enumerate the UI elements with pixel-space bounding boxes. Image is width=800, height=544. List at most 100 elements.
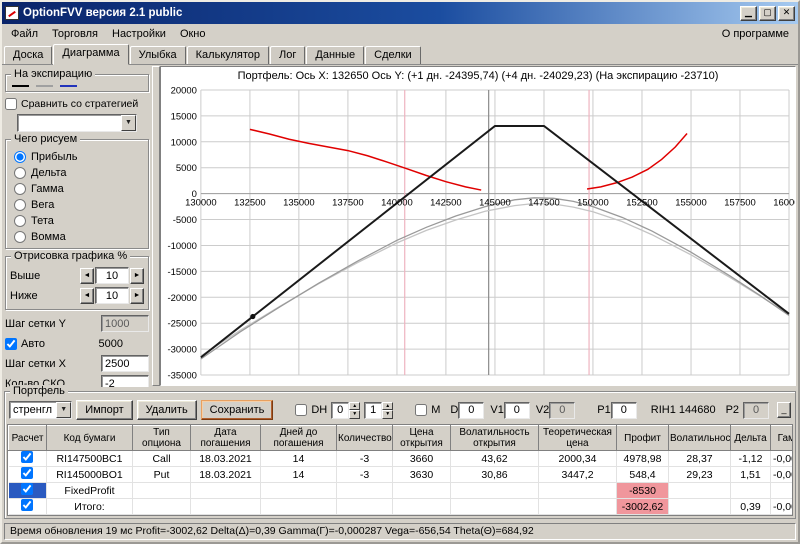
svg-text:-30000: -30000 (167, 345, 196, 356)
status-bar: Время обновления 19 мс Profit=-3002,62 D… (2, 521, 798, 542)
column-header[interactable]: Код бумаги (46, 425, 133, 451)
tab-calculator[interactable]: Калькулятор (186, 46, 270, 64)
cell (392, 498, 451, 515)
table-row[interactable]: Итого: -3002,62 0,39-0,00028 (8, 498, 792, 515)
column-header[interactable]: Тип опциона (132, 425, 191, 451)
menu-file[interactable]: Файл (4, 26, 45, 42)
column-header[interactable]: Теоретическая цена (538, 425, 617, 451)
tab-data[interactable]: Данные (306, 46, 365, 64)
column-header[interactable]: Дата погашения (190, 425, 261, 451)
draw-option-profit[interactable]: Прибыль (14, 149, 144, 164)
field-P1[interactable] (610, 401, 637, 419)
spin-down-icon[interactable]: ▼ (382, 410, 394, 419)
tab-diagram[interactable]: Диаграмма (53, 44, 129, 65)
strategy-select[interactable]: ▼ (17, 114, 137, 132)
grid-step-x-input[interactable] (101, 355, 149, 372)
tab-smile[interactable]: Улыбка (129, 46, 186, 64)
panel-splitter[interactable] (152, 66, 160, 386)
above-decrease-button[interactable]: ◄ (80, 267, 94, 284)
table-row[interactable]: FixedProfit -8530 (8, 482, 792, 499)
column-header[interactable]: Цена открытия (392, 425, 451, 451)
column-header[interactable]: Волатильность (668, 425, 731, 451)
menu-about[interactable]: О программе (715, 26, 796, 42)
maximize-button[interactable]: ▢ (759, 5, 776, 21)
radio-label-vega: Вега (31, 198, 55, 211)
draw-option-vega[interactable]: Вега (14, 197, 144, 212)
column-header[interactable]: Расчет (8, 425, 47, 451)
tab-deals[interactable]: Сделки (365, 46, 421, 64)
import-button[interactable]: Импорт (76, 400, 133, 420)
draw-option-gamma[interactable]: Гамма (14, 181, 144, 196)
svg-text:160000: 160000 (773, 198, 795, 209)
row-calc-checkbox[interactable] (21, 499, 34, 511)
column-header[interactable]: Дней до погашения (260, 425, 337, 451)
collapse-button[interactable]: _ (777, 402, 791, 418)
draw-option-vomma[interactable]: Вомма (14, 229, 144, 244)
svg-text:5000: 5000 (176, 163, 197, 174)
dh-spinner-1: ▲▼ (331, 401, 361, 419)
cell: Put (132, 466, 191, 483)
tab-log[interactable]: Лог (270, 46, 306, 64)
chevron-down-icon[interactable]: ▼ (56, 402, 72, 418)
radio-vega[interactable] (14, 198, 26, 211)
column-header[interactable]: Профит (616, 425, 669, 451)
cell (336, 498, 393, 515)
column-header[interactable]: Дельта (730, 425, 771, 451)
dh-checkbox[interactable] (295, 404, 308, 416)
calc-cell (8, 482, 47, 499)
radio-vomma[interactable] (14, 230, 26, 243)
delete-button[interactable]: Удалить (136, 400, 197, 420)
compare-strategy-checkbox[interactable] (5, 98, 17, 110)
column-header[interactable]: Гамма (770, 425, 792, 451)
auto-checkbox[interactable] (5, 337, 17, 350)
svg-text:10000: 10000 (171, 137, 197, 148)
table-row[interactable]: RI147500BC1 Call 18.03.2021 14 -3 3660 43,62 20… (8, 450, 792, 467)
row-calc-checkbox[interactable] (21, 483, 34, 495)
spin-up-icon[interactable]: ▲ (349, 401, 361, 410)
radio-theta[interactable] (14, 214, 26, 227)
radio-profit[interactable] (14, 150, 26, 163)
above-value-input[interactable] (95, 267, 129, 284)
chevron-down-icon[interactable]: ▼ (121, 115, 136, 131)
column-header[interactable]: Волатильность открытия (450, 425, 539, 451)
tab-board[interactable]: Доска (4, 46, 53, 64)
row-calc-checkbox[interactable] (21, 467, 34, 479)
field-V1[interactable] (503, 401, 530, 419)
below-value-input[interactable] (95, 287, 129, 304)
dh-value-2-input[interactable] (364, 401, 383, 419)
portfolio-strategy-select[interactable]: стренгл ▼ (9, 401, 73, 419)
draw-option-delta[interactable]: Дельта (14, 165, 144, 180)
chart-canvas[interactable]: 130000 132500 135000 137500 140000 142500 1450… (161, 84, 795, 385)
dh-value-1-input[interactable] (331, 401, 350, 419)
menu-window[interactable]: Окно (173, 26, 213, 42)
table-row[interactable]: RI145000BO1 Put 18.03.2021 14 -3 3630 30,86 344… (8, 466, 792, 483)
cell: 14 (260, 450, 337, 467)
spin-down-icon[interactable]: ▼ (349, 410, 361, 419)
below-decrease-button[interactable]: ◄ (80, 287, 94, 304)
sko-input[interactable] (101, 375, 149, 387)
row-calc-checkbox[interactable] (21, 451, 34, 463)
field-D[interactable] (458, 401, 485, 419)
m-checkbox[interactable] (415, 404, 428, 416)
grid-step-x-row: Шаг сетки X (5, 354, 149, 373)
grid-step-y-row: Шаг сетки Y (5, 314, 149, 333)
menu-trade[interactable]: Торговля (45, 26, 105, 42)
below-increase-button[interactable]: ► (130, 287, 144, 304)
grid-step-y-label: Шаг сетки Y (5, 317, 66, 330)
close-button[interactable]: ✕ (778, 5, 795, 21)
svg-text:157500: 157500 (724, 198, 756, 209)
minimize-button[interactable]: ▁ (740, 5, 757, 21)
menu-settings[interactable]: Настройки (105, 26, 173, 42)
render-percent-group: Отрисовка графика % Выше ◄ ► Ниже ◄ ► (5, 250, 149, 310)
draw-option-theta[interactable]: Тета (14, 213, 144, 228)
field-label-P1: P1 (597, 404, 611, 416)
radio-gamma[interactable] (14, 182, 26, 195)
profit-cell: -8530 (616, 482, 669, 499)
menu-items: Файл Торговля Настройки Окно (4, 26, 213, 42)
column-header[interactable]: Количество (336, 425, 393, 451)
spin-up-icon[interactable]: ▲ (382, 401, 394, 410)
radio-delta[interactable] (14, 166, 26, 179)
above-increase-button[interactable]: ► (130, 267, 144, 284)
save-button[interactable]: Сохранить (200, 400, 274, 420)
svg-text:135000: 135000 (283, 198, 315, 209)
